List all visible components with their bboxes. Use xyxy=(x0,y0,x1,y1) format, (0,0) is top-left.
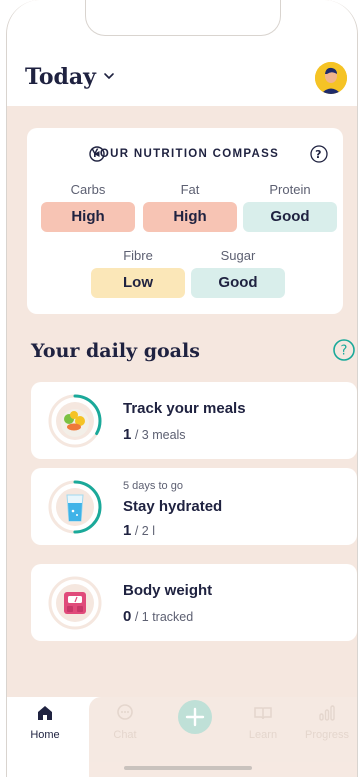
carbs-status-badge[interactable]: High xyxy=(41,202,135,232)
sugar-label: Sugar xyxy=(220,248,256,263)
tab-chat[interactable]: Chat xyxy=(95,703,155,741)
water-glass-icon xyxy=(48,480,102,534)
goal-subtitle: 5 days to go xyxy=(123,480,183,492)
fibre-status-badge[interactable]: Low xyxy=(91,268,185,298)
nutrition-compass-card[interactable]: YOUR NUTRITION COMPASS ? Carbs High Fat … xyxy=(27,128,343,314)
goal-progress: 0 / 1 tracked xyxy=(123,608,193,625)
goal-progress: 1 / 2 l xyxy=(123,522,155,539)
tab-label: Learn xyxy=(248,729,278,741)
book-icon xyxy=(254,707,272,720)
user-avatar-icon xyxy=(315,62,347,94)
goals-section-title: Your daily goals xyxy=(31,340,200,362)
compass-header: YOUR NUTRITION COMPASS ? xyxy=(27,145,343,163)
compass-title: YOUR NUTRITION COMPASS xyxy=(90,148,280,160)
question-mark-circle-icon[interactable]: ? xyxy=(333,339,355,361)
sugar-status-badge[interactable]: Good xyxy=(191,268,285,298)
goal-title: Track your meals xyxy=(123,400,246,417)
scale-icon xyxy=(48,576,102,630)
tab-label: Home xyxy=(30,729,60,741)
tab-add[interactable] xyxy=(165,699,225,741)
goal-card-stay-hydrated[interactable]: 5 days to go Stay hydrated 1 / 2 l xyxy=(31,468,357,545)
goal-target: / 2 l xyxy=(134,524,155,538)
fibre-label: Fibre xyxy=(123,248,153,263)
bar-chart-icon xyxy=(319,705,335,721)
goal-current: 1 xyxy=(123,426,132,443)
device-notch xyxy=(85,0,281,36)
tab-label: Progress xyxy=(304,729,350,741)
navigation-arrow-icon xyxy=(89,146,105,162)
protein-status-badge[interactable]: Good xyxy=(243,202,337,232)
goal-card-track-meals[interactable]: Track your meals 1 / 3 meals xyxy=(31,382,357,459)
svg-text:?: ? xyxy=(341,344,348,359)
question-mark-circle-icon[interactable]: ? xyxy=(310,145,328,163)
goal-target: / 1 tracked xyxy=(134,610,194,624)
tab-learn[interactable]: Learn xyxy=(233,703,293,741)
tab-progress[interactable]: Progress xyxy=(297,703,357,741)
goal-current: 1 xyxy=(123,522,132,539)
app-header: Today xyxy=(7,0,357,106)
goal-target: / 3 meals xyxy=(134,428,186,442)
protein-label: Protein xyxy=(269,182,311,197)
home-indicator xyxy=(124,766,252,770)
tab-label: Chat xyxy=(113,729,137,741)
avatar[interactable] xyxy=(315,62,347,94)
goal-title: Stay hydrated xyxy=(123,498,223,515)
goal-title: Body weight xyxy=(123,582,213,599)
fat-label: Fat xyxy=(180,182,200,197)
goal-current: 0 xyxy=(123,608,132,625)
tab-home[interactable]: Home xyxy=(15,703,75,741)
goal-progress: 1 / 3 meals xyxy=(123,426,186,443)
goal-card-body-weight[interactable]: Body weight 0 / 1 tracked xyxy=(31,564,357,641)
plus-icon xyxy=(178,700,212,734)
home-icon xyxy=(38,706,52,720)
phone-frame: Today YOUR NUTRITION COMPASS ? Carbs Hig… xyxy=(6,0,358,777)
page-title[interactable]: Today xyxy=(25,64,96,90)
chevron-down-icon[interactable] xyxy=(103,70,115,82)
chat-bubble-icon xyxy=(117,704,133,720)
tab-bar-overlay: Chat Learn Progress xyxy=(89,697,357,777)
carbs-label: Carbs xyxy=(70,182,106,197)
svg-text:?: ? xyxy=(315,148,323,161)
fat-status-badge[interactable]: High xyxy=(143,202,237,232)
meal-plate-icon xyxy=(48,394,102,448)
